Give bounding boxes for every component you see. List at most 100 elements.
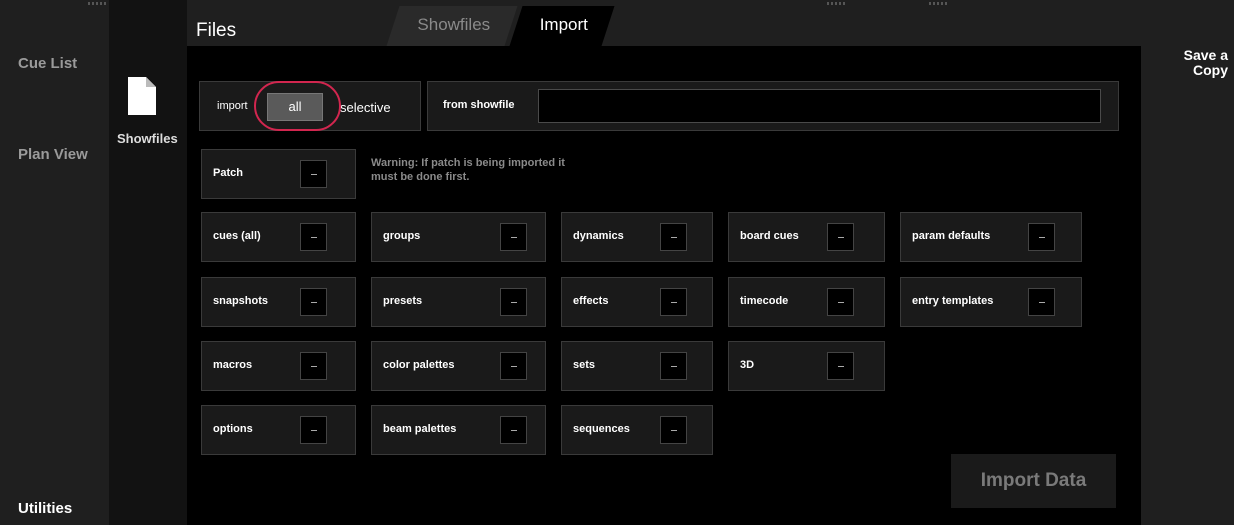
import-option-timecode: timecode [728, 277, 885, 327]
import-option-cues-all: cues (all) [201, 212, 356, 262]
dash-icon [311, 302, 317, 303]
option-label: param defaults [912, 230, 991, 242]
save-copy-button[interactable]: Save a Copy [1184, 48, 1228, 78]
left-nav: Cue List Plan View Utilities [0, 0, 109, 525]
option-label: options [213, 423, 253, 435]
dash-icon [511, 430, 517, 431]
option-label: cues (all) [213, 230, 261, 242]
header-bar: Files Showfiles Import [187, 0, 1141, 46]
page-title: Files [196, 20, 237, 41]
dash-icon [511, 366, 517, 367]
nav-item-utilities[interactable]: Utilities [18, 500, 72, 517]
option-label: sets [573, 359, 596, 371]
option-toggle-param-defaults[interactable] [1028, 223, 1055, 251]
patch-warning-text: Warning: If patch is being imported it m… [371, 157, 565, 183]
import-option-macros: macros [201, 341, 356, 391]
option-label: dynamics [573, 230, 624, 242]
patch-label: Patch [213, 167, 243, 179]
right-panel: Save a Copy [1141, 0, 1234, 525]
import-selective-button[interactable]: selective [340, 100, 391, 115]
import-option-color-palettes: color palettes [371, 341, 546, 391]
option-toggle-macros[interactable] [300, 352, 327, 380]
dash-icon [311, 174, 317, 175]
tab-import[interactable]: Import [509, 6, 615, 46]
option-toggle-sequences[interactable] [660, 416, 687, 444]
drag-handle[interactable] [827, 2, 847, 5]
dash-icon [311, 237, 317, 238]
showfiles-label: Showfiles [117, 131, 178, 146]
import-option-dynamics: dynamics [561, 212, 713, 262]
import-option-board-cues: board cues [728, 212, 885, 262]
save-copy-line2: Copy [1193, 62, 1228, 78]
import-option-snapshots: snapshots [201, 277, 356, 327]
file-icon [128, 77, 156, 115]
option-label: presets [383, 295, 423, 307]
nav-item-plan-view[interactable]: Plan View [18, 146, 88, 163]
patch-option: Patch [201, 149, 356, 199]
option-label: 3D [740, 359, 755, 371]
import-option-effects: effects [561, 277, 713, 327]
import-option-presets: presets [371, 277, 546, 327]
option-label: snapshots [213, 295, 269, 307]
import-option-sets: sets [561, 341, 713, 391]
dash-icon [671, 366, 677, 367]
import-all-button[interactable]: all [267, 93, 323, 121]
dash-icon [671, 237, 677, 238]
dash-icon [838, 237, 844, 238]
import-option-groups: groups [371, 212, 546, 262]
import-data-button[interactable]: Import Data [951, 454, 1116, 508]
dash-icon [311, 430, 317, 431]
import-mode-selector: import all selective [199, 81, 421, 131]
tab-label: Import [539, 15, 588, 34]
tab-label: Showfiles [417, 15, 491, 34]
patch-toggle[interactable] [300, 160, 327, 188]
dash-icon [838, 366, 844, 367]
from-showfile-input[interactable] [538, 89, 1101, 123]
option-label: groups [383, 230, 421, 242]
import-panel: import all selective from showfile Patch… [187, 46, 1141, 525]
option-toggle-dynamics[interactable] [660, 223, 687, 251]
option-toggle-timecode[interactable] [827, 288, 854, 316]
option-toggle-3d[interactable] [827, 352, 854, 380]
option-toggle-beam-palettes[interactable] [500, 416, 527, 444]
import-option-options: options [201, 405, 356, 455]
option-label: macros [213, 359, 253, 371]
dash-icon [838, 302, 844, 303]
option-toggle-effects[interactable] [660, 288, 687, 316]
import-option-sequences: sequences [561, 405, 713, 455]
save-copy-line1: Save a [1183, 47, 1228, 63]
option-label: color palettes [383, 359, 455, 371]
nav-item-cue-list[interactable]: Cue List [18, 55, 77, 72]
option-toggle-snapshots[interactable] [300, 288, 327, 316]
dash-icon [1039, 237, 1045, 238]
import-option-entry-templates: entry templates [900, 277, 1082, 327]
option-label: sequences [573, 423, 630, 435]
drag-handle[interactable] [88, 2, 108, 5]
option-toggle-entry-templates[interactable] [1028, 288, 1055, 316]
option-toggle-groups[interactable] [500, 223, 527, 251]
dash-icon [671, 302, 677, 303]
option-toggle-options[interactable] [300, 416, 327, 444]
dash-icon [511, 237, 517, 238]
option-toggle-sets[interactable] [660, 352, 687, 380]
import-mode-label: import [217, 100, 248, 112]
drag-handle[interactable] [929, 2, 949, 5]
dash-icon [511, 302, 517, 303]
dash-icon [1039, 302, 1045, 303]
option-toggle-cues-all[interactable] [300, 223, 327, 251]
import-option-beam-palettes: beam palettes [371, 405, 546, 455]
option-label: timecode [740, 295, 789, 307]
import-option-param-defaults: param defaults [900, 212, 1082, 262]
option-toggle-board-cues[interactable] [827, 223, 854, 251]
option-label: board cues [740, 230, 799, 242]
tab-showfiles[interactable]: Showfiles [386, 6, 518, 46]
option-toggle-color-palettes[interactable] [500, 352, 527, 380]
option-toggle-presets[interactable] [500, 288, 527, 316]
dash-icon [671, 430, 677, 431]
files-sub-nav: Showfiles [109, 0, 187, 525]
from-showfile-box: from showfile [427, 81, 1119, 131]
dash-icon [311, 366, 317, 367]
option-label: beam palettes [383, 423, 457, 435]
import-option-3d: 3D [728, 341, 885, 391]
option-label: effects [573, 295, 609, 307]
